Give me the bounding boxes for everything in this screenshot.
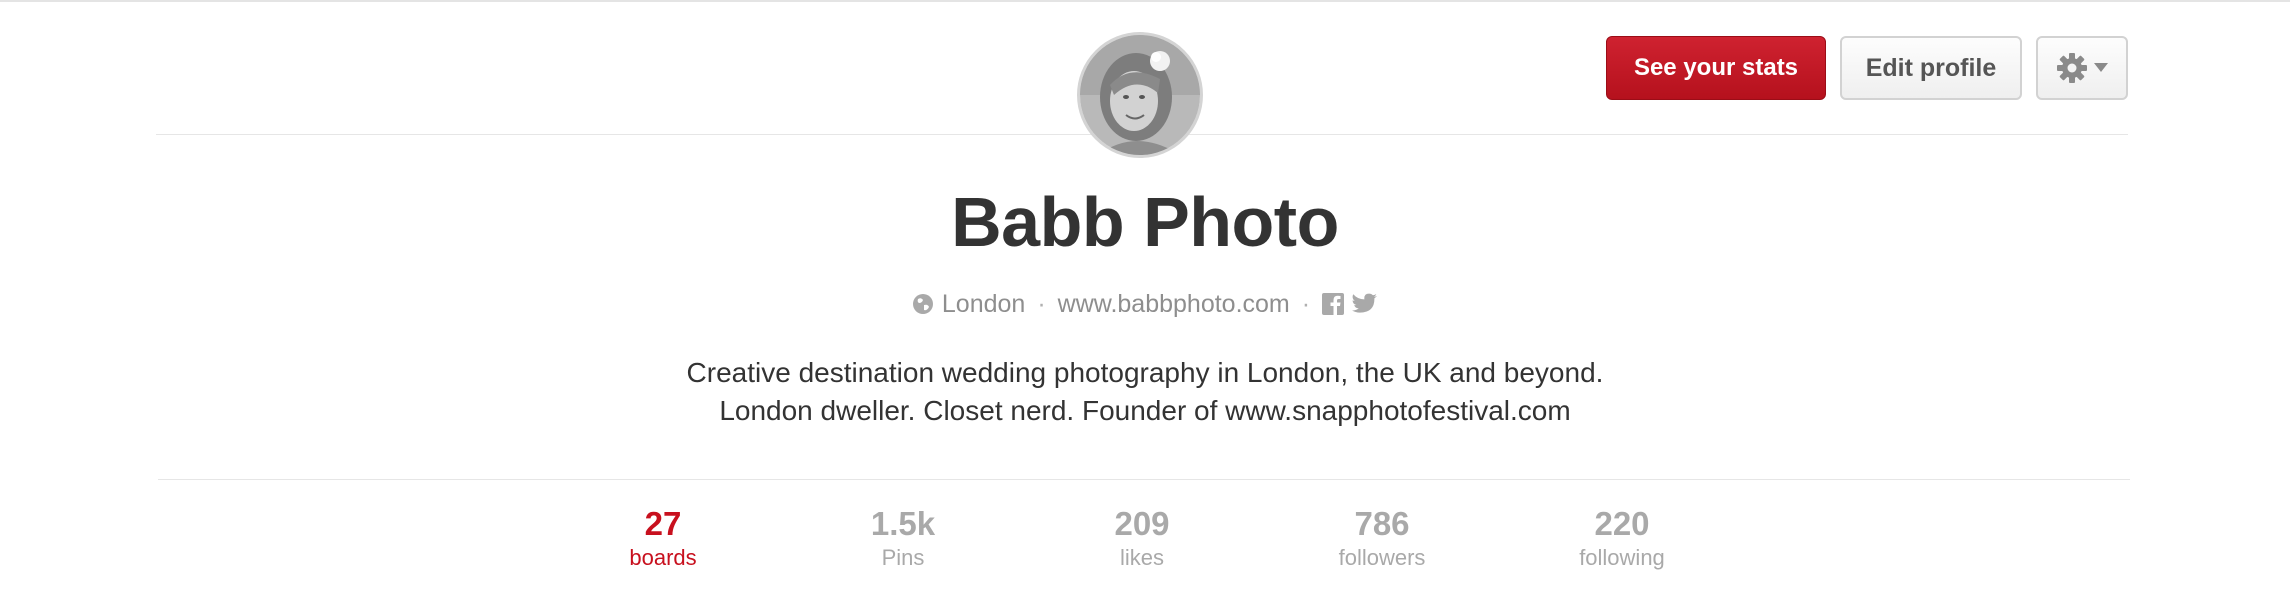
stat-value: 786 [1354,505,1410,542]
bio-line: London dweller. Closet nerd. Founder of … [719,395,1571,426]
stat-value: 1.5k [870,505,936,542]
stat-likes[interactable]: 209 likes [1052,504,1232,572]
stat-following[interactable]: 220 following [1532,504,1712,572]
meta-separator: · [1037,289,1046,318]
bio-line: Creative destination wedding photography… [686,357,1604,388]
top-divider [0,0,2290,2]
stat-boards[interactable]: 27 boards [573,504,753,572]
location-text: London [941,289,1026,318]
chevron-down-icon [2094,63,2108,72]
edit-profile-button[interactable]: Edit profile [1840,36,2022,100]
social-links [1322,293,1378,315]
stat-value: 209 [1114,505,1170,542]
see-your-stats-button[interactable]: See your stats [1606,36,1826,100]
website-link[interactable]: www.babbphoto.com [1058,290,1290,319]
facebook-icon[interactable] [1322,293,1345,315]
avatar[interactable] [1077,32,1203,158]
stat-label: boards [629,545,697,570]
profile-name: Babb Photo [951,183,1339,261]
stat-label: following [1579,545,1665,570]
stat-pins[interactable]: 1.5k Pins [813,504,993,572]
stat-label: Pins [881,545,925,570]
avatar-photo [1080,35,1200,155]
settings-button[interactable] [2036,36,2128,100]
twitter-icon[interactable] [1352,293,1378,315]
stats-divider [158,479,2130,480]
stat-label: likes [1119,545,1164,570]
profile-meta: London · www.babbphoto.com · [0,286,2290,322]
stat-followers[interactable]: 786 followers [1292,504,1472,572]
stat-value: 220 [1594,505,1650,542]
stat-label: followers [1338,545,1426,570]
globe-icon [912,293,934,315]
meta-separator: · [1301,289,1311,318]
gear-icon [2057,53,2087,83]
profile-bio: Creative destination wedding photography… [0,354,2290,430]
stat-value: 27 [644,505,682,542]
